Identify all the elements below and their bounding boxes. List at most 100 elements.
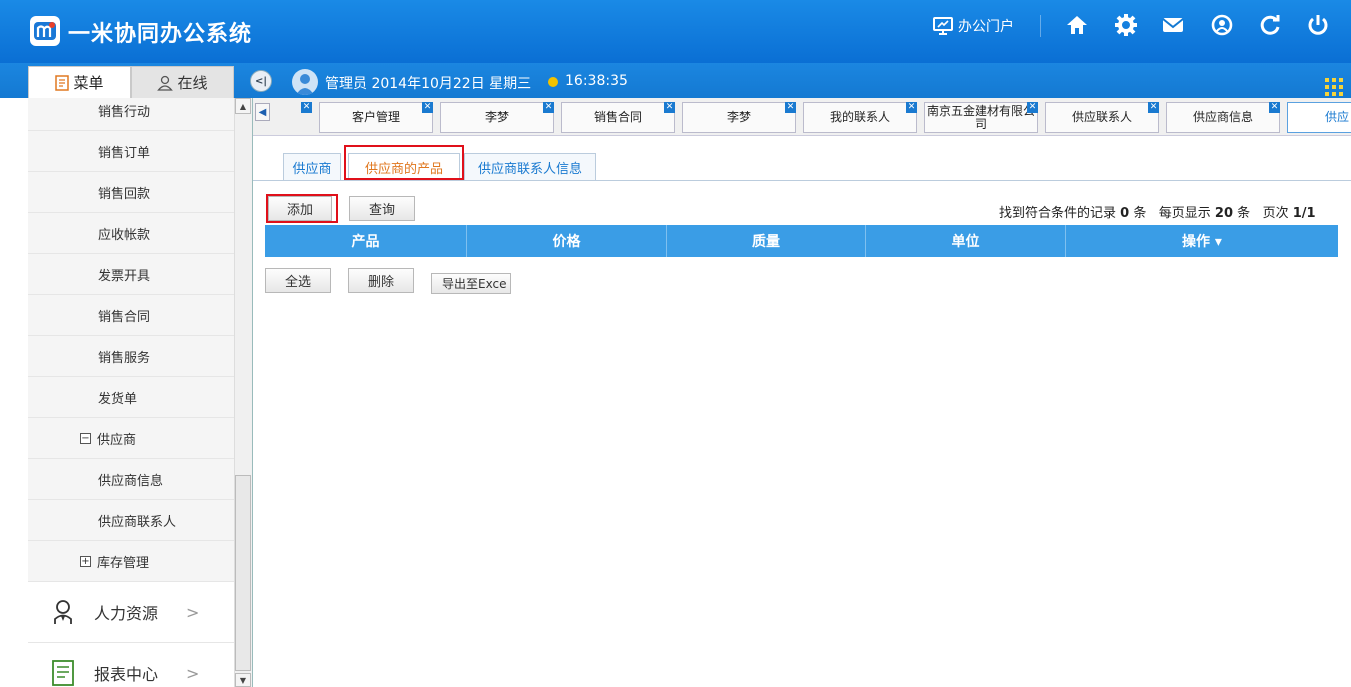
sidebar-item-supplier-contact[interactable]: 供应商联系人 xyxy=(28,500,234,541)
sidebar-item-sales-service[interactable]: 销售服务 xyxy=(28,336,234,377)
subtab-label: 供应商联系人信息 xyxy=(477,161,582,177)
per-page-label: 每页显示 xyxy=(1158,206,1211,221)
tab-limeng-1[interactable]: 李梦 xyxy=(440,102,554,133)
sidebar-item-sales-order[interactable]: 销售订单 xyxy=(28,131,234,172)
column-header-unit[interactable]: 单位 xyxy=(866,225,1066,257)
add-button[interactable]: 添加 xyxy=(268,196,332,221)
close-icon[interactable]: ✕ xyxy=(422,102,433,113)
header-separator xyxy=(1040,15,1041,37)
person-icon xyxy=(157,75,174,91)
subtab-supplier-products[interactable]: 供应商的产品 xyxy=(348,153,460,180)
sidebar-group-label: 供应商 xyxy=(97,432,137,448)
apps-grid-icon[interactable] xyxy=(1325,78,1343,96)
tab-supplier-active[interactable]: 供应 xyxy=(1287,102,1351,133)
tab-supplier-info[interactable]: 供应商信息 xyxy=(1166,102,1280,133)
query-button[interactable]: 查询 xyxy=(349,196,415,221)
close-icon[interactable]: ✕ xyxy=(785,102,796,113)
portal-label: 办公门户 xyxy=(958,19,1014,35)
user-circle-icon[interactable] xyxy=(1209,12,1235,38)
gear-icon[interactable] xyxy=(1113,12,1139,38)
scroll-thumb[interactable] xyxy=(235,475,251,671)
home-icon[interactable] xyxy=(1064,12,1090,38)
monitor-icon xyxy=(933,17,953,35)
column-header-quality[interactable]: 质量 xyxy=(667,225,866,257)
sidebar-group-label: 库存管理 xyxy=(97,555,150,571)
sidebar-tabs: 菜单 在线 xyxy=(28,63,234,98)
user-info: 管理员 2014年10月22日 星期三 xyxy=(325,76,532,92)
tab-label: 供应 xyxy=(1324,110,1349,124)
mail-icon[interactable] xyxy=(1160,12,1186,38)
tab-limeng-2[interactable]: 李梦 xyxy=(682,102,796,133)
sidebar-item-sales-contract[interactable]: 销售合同 xyxy=(28,295,234,336)
select-all-button[interactable]: 全选 xyxy=(265,268,331,293)
sidebar-item-sales-payment[interactable]: 销售回款 xyxy=(28,172,234,213)
sidebar-module-label: 报表中心 xyxy=(94,665,159,684)
sidebar-item-label: 发票开具 xyxy=(98,268,151,284)
column-header-price[interactable]: 价格 xyxy=(467,225,667,257)
sidebar-item-label: 发货单 xyxy=(98,391,138,407)
tab-customer-management[interactable]: 客户管理 xyxy=(319,102,433,133)
tab-menu[interactable]: 菜单 xyxy=(28,66,131,98)
export-excel-button[interactable]: 导出至Exce xyxy=(431,273,511,294)
sidebar-module-hr[interactable]: 人力资源 > xyxy=(28,582,234,643)
power-icon[interactable] xyxy=(1305,12,1331,38)
app-title: 一米协同办公系统 xyxy=(68,22,253,47)
close-icon[interactable]: ✕ xyxy=(906,102,917,113)
close-icon[interactable]: ✕ xyxy=(1148,102,1159,113)
sidebar-item-delivery-note[interactable]: 发货单 xyxy=(28,377,234,418)
subtab-supplier-contacts[interactable]: 供应商联系人信息 xyxy=(464,153,596,180)
collapse-toggle-icon[interactable]: − xyxy=(80,432,91,444)
tab-label: 我的联系人 xyxy=(829,110,890,124)
expand-toggle-icon[interactable]: + xyxy=(80,555,91,567)
close-icon[interactable]: ✕ xyxy=(1269,102,1280,113)
column-header-actions[interactable]: 操作 ▾ xyxy=(1066,225,1338,257)
sidebar-item-invoicing[interactable]: 发票开具 xyxy=(28,254,234,295)
sidebar-item-label: 供应商联系人 xyxy=(98,514,177,530)
grid-header: 产品 价格 质量 单位 操作 ▾ xyxy=(265,225,1338,257)
sidebar-module-reports[interactable]: 报表中心 > xyxy=(28,643,234,687)
sidebar-group-inventory[interactable]: + 库存管理 xyxy=(28,541,234,582)
sidebar-item-supplier-info[interactable]: 供应商信息 xyxy=(28,459,234,500)
sidebar-group-supplier[interactable]: − 供应商 xyxy=(28,418,234,459)
close-icon[interactable]: ✕ xyxy=(543,102,554,113)
close-icon[interactable]: ✕ xyxy=(664,102,675,113)
sidebar-item-receivables[interactable]: 应收帐款 xyxy=(28,213,234,254)
avatar xyxy=(292,69,318,95)
tab-label: 供应联系人 xyxy=(1071,110,1132,124)
app-header: 一米协同办公系统 办公门户 xyxy=(0,0,1351,63)
sidebar-item-label: 供应商信息 xyxy=(98,473,164,489)
sidebar-item-label: 销售回款 xyxy=(98,186,151,202)
column-header-product[interactable]: 产品 xyxy=(265,225,467,257)
sidebar-item-sales-action[interactable]: 销售行动 xyxy=(28,98,234,131)
scroll-up-arrow-icon[interactable]: ▲ xyxy=(235,98,251,114)
collapse-sidebar-button[interactable]: <| xyxy=(250,70,272,92)
close-icon[interactable]: ✕ xyxy=(301,102,312,113)
tab-sales-contract[interactable]: 销售合同 xyxy=(561,102,675,133)
per-page-count: 20 xyxy=(1214,206,1234,221)
record-info-prefix: 找到符合条件的记录 xyxy=(999,206,1117,221)
sidebar-item-label: 销售服务 xyxy=(98,350,151,366)
tab-my-contacts[interactable]: 我的联系人 xyxy=(803,102,917,133)
arrow-left-icon[interactable]: ◀ xyxy=(255,103,270,121)
tab-supply-contact[interactable]: 供应联系人 xyxy=(1045,102,1159,133)
main-content: ◀ ✕ 客户管理 ✕ 李梦 ✕ 销售合同 ✕ 李梦 ✕ 我的联系人 ✕ 南京五金… xyxy=(252,98,1351,687)
staff-icon xyxy=(54,600,72,624)
refresh-icon[interactable] xyxy=(1257,12,1283,38)
page-label: 页次 xyxy=(1262,206,1289,221)
close-icon[interactable]: ✕ xyxy=(1027,102,1038,113)
scroll-down-arrow-icon[interactable]: ▼ xyxy=(235,673,251,687)
record-info-unit: 条 xyxy=(1133,206,1147,221)
tab-label: 销售合同 xyxy=(593,110,642,124)
app-logo xyxy=(30,16,60,46)
chevron-right-icon: > xyxy=(186,602,200,622)
tab-nanjing-hardware[interactable]: 南京五金建材有限公司 xyxy=(924,102,1038,133)
chevron-right-icon: > xyxy=(186,663,200,683)
subtab-supplier[interactable]: 供应商 xyxy=(283,153,341,180)
sidebar-module-label: 人力资源 xyxy=(94,604,159,623)
delete-button[interactable]: 删除 xyxy=(348,268,414,293)
tab-online-label: 在线 xyxy=(177,74,208,92)
document-icon xyxy=(55,74,70,91)
tab-online[interactable]: 在线 xyxy=(131,66,234,98)
record-count: 0 xyxy=(1120,206,1130,221)
portal-link[interactable]: 办公门户 xyxy=(933,16,1014,36)
